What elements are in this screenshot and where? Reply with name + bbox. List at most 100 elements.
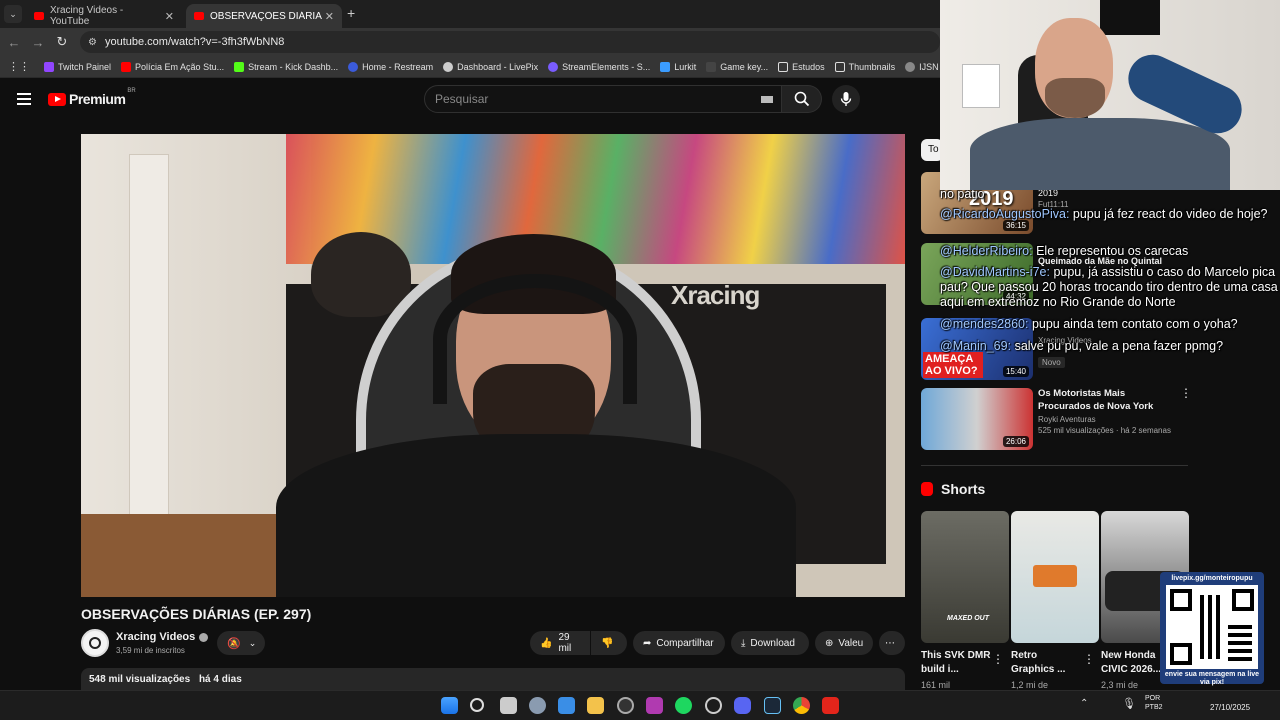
rec-more-icon[interactable]: ⋮: [1180, 386, 1192, 400]
task-view-icon[interactable]: [500, 697, 517, 714]
livepix-caption: envie sua mensagem na live via pix!: [1164, 671, 1260, 686]
verified-icon: [199, 632, 209, 642]
chat-username: @HelderRibeiro:: [940, 244, 1033, 258]
new-badge: Novo: [1038, 357, 1065, 368]
reload-icon[interactable]: ↻: [50, 34, 74, 50]
person-shirt: [276, 434, 796, 597]
view-count: 548 mil visualizações: [89, 674, 191, 685]
streamelements-icon: [548, 61, 559, 72]
taskbar-date[interactable]: 27/10/2025: [1210, 703, 1250, 712]
more-actions-button[interactable]: ⋯: [879, 631, 905, 655]
search-button[interactable]: [782, 85, 822, 113]
photos-icon[interactable]: [558, 697, 575, 714]
tab-title: OBSERVAÇÕES DIÁRIAS (EP. 29: [210, 10, 322, 22]
bookmark-item[interactable]: Home - Restream: [348, 61, 433, 72]
spotify-icon[interactable]: [675, 697, 692, 714]
webcam-person-beard: [1045, 78, 1105, 118]
keyboard-language[interactable]: POR PTB2: [1145, 694, 1163, 712]
bookmark-folder[interactable]: Thumbnails: [834, 61, 895, 72]
chrome-icon[interactable]: [793, 697, 810, 714]
globe-icon: [905, 61, 916, 72]
video-player[interactable]: Xracing: [81, 134, 905, 597]
subscribed-button[interactable]: 🔕 ⌄: [217, 631, 265, 655]
tab-xracing-youtube[interactable]: Xracing Videos - YouTube ✕: [26, 4, 182, 28]
short-thumbnail[interactable]: [1011, 511, 1099, 643]
url-field[interactable]: ⚙ youtube.com/watch?v=-3fh3fWbNN8: [80, 31, 940, 53]
file-explorer-icon[interactable]: [587, 697, 604, 714]
tab-title: Xracing Videos - YouTube: [50, 5, 124, 27]
bookmark-item[interactable]: Game key...: [706, 61, 768, 72]
lurkit-icon: [660, 61, 671, 72]
chat-text: pupu ainda tem contato com o yoha?: [1031, 317, 1238, 331]
share-button[interactable]: ➦ Compartilhar: [633, 631, 725, 655]
windows-taskbar: ⌃ 🎙 POR PTB2 27/10/2025: [0, 690, 1280, 720]
clock-app-icon[interactable]: [705, 697, 722, 714]
chat-text: salve pu pu, vale a pena fazer ppmg?: [1014, 339, 1224, 353]
youtube-play-icon: [48, 92, 66, 106]
short-thumbnail[interactable]: MAXED OUT: [921, 511, 1009, 643]
channel-avatar[interactable]: [81, 629, 109, 657]
rec-thumbnail[interactable]: 26:06: [921, 388, 1033, 450]
settings-icon[interactable]: [529, 697, 546, 714]
chat-message: @Manin_69: salve pu pu, vale a pena faze…: [940, 339, 1278, 354]
chat-username: @Manin_69:: [940, 339, 1012, 353]
thanks-button[interactable]: ⊕ Valeu: [815, 631, 873, 655]
close-tab-icon[interactable]: ✕: [165, 10, 174, 23]
webcam-overlay: [940, 0, 1280, 190]
dislike-button[interactable]: 👎: [591, 631, 627, 655]
scene-sign: Xracing: [671, 280, 760, 310]
thumb-text: AMEAÇA AO VIVO?: [923, 352, 983, 378]
bookmark-item[interactable]: Dashboard - LivePix: [443, 61, 538, 72]
keyboard-icon[interactable]: [761, 96, 773, 103]
chat-message: @mendes2860: pupu ainda tem contato com …: [940, 317, 1278, 332]
short-more-icon[interactable]: ⋮: [1083, 652, 1095, 666]
new-tab-button[interactable]: +: [347, 5, 355, 21]
microphone-icon: [840, 92, 852, 106]
acrobat-icon[interactable]: [822, 697, 839, 714]
bookmark-item[interactable]: Stream - Kick Dashb...: [234, 61, 338, 72]
youtube-logo[interactable]: Premium BR: [48, 88, 136, 107]
livepix-url: livepix.gg/monteiropupu: [1171, 575, 1253, 582]
search-icon[interactable]: [470, 698, 484, 712]
site-info-icon[interactable]: ⚙: [88, 37, 97, 48]
game-key-icon: [706, 61, 717, 72]
channel-name[interactable]: Xracing Videos: [116, 631, 209, 643]
forward-icon[interactable]: →: [26, 35, 50, 50]
short-more-icon[interactable]: ⋮: [992, 652, 1004, 666]
like-button[interactable]: 👍 29 mil: [530, 631, 590, 655]
super-thanks-icon: ⊕: [825, 637, 834, 649]
shorts-header: Shorts: [921, 481, 985, 497]
chat-username: @RicardoAugustoPiva:: [940, 207, 1070, 221]
app-icon[interactable]: [646, 697, 663, 714]
back-icon[interactable]: ←: [2, 35, 26, 50]
download-button[interactable]: ⤓ Download: [731, 631, 809, 655]
tab-observacoes[interactable]: OBSERVAÇÕES DIÁRIAS (EP. 29 ✕: [186, 4, 342, 28]
truck-illustration: [1033, 565, 1077, 587]
windows-start-icon[interactable]: [441, 697, 458, 714]
voice-search-button[interactable]: [832, 85, 860, 113]
bookmark-item[interactable]: StreamElements - S...: [548, 61, 650, 72]
obs-icon[interactable]: [617, 697, 634, 714]
sidebar-divider: [921, 465, 1188, 466]
steam-icon[interactable]: [764, 697, 781, 714]
bookmark-item[interactable]: Polícia Em Ação Stu...: [121, 61, 224, 72]
like-icon: 👍: [540, 637, 553, 649]
menu-icon[interactable]: [17, 93, 31, 105]
tray-chevron-icon[interactable]: ⌃: [1080, 698, 1088, 709]
download-icon: ⤓: [741, 637, 746, 649]
tab-search-dropdown[interactable]: ⌄: [4, 5, 22, 23]
search-input[interactable]: Pesquisar: [424, 85, 782, 113]
chat-message: @RicardoAugustoPiva: pupu já fez react d…: [940, 207, 1278, 222]
bookmark-item[interactable]: Lurkit: [660, 61, 696, 72]
tray-mic-icon[interactable]: 🎙: [1122, 697, 1136, 710]
close-tab-icon[interactable]: ✕: [325, 10, 334, 23]
apps-icon[interactable]: ⋮⋮: [8, 60, 30, 73]
folder-icon: [834, 61, 845, 72]
youtube-icon: [121, 61, 132, 72]
bookmark-item[interactable]: Twitch Painel: [44, 61, 111, 72]
discord-icon[interactable]: [734, 697, 751, 714]
upload-age: há 4 dias: [198, 674, 242, 685]
bookmark-folder[interactable]: Estudos: [778, 61, 825, 72]
short-overlay-text: MAXED OUT: [947, 615, 989, 622]
rec-info: 2019 Fut11:11: [1038, 188, 1069, 209]
